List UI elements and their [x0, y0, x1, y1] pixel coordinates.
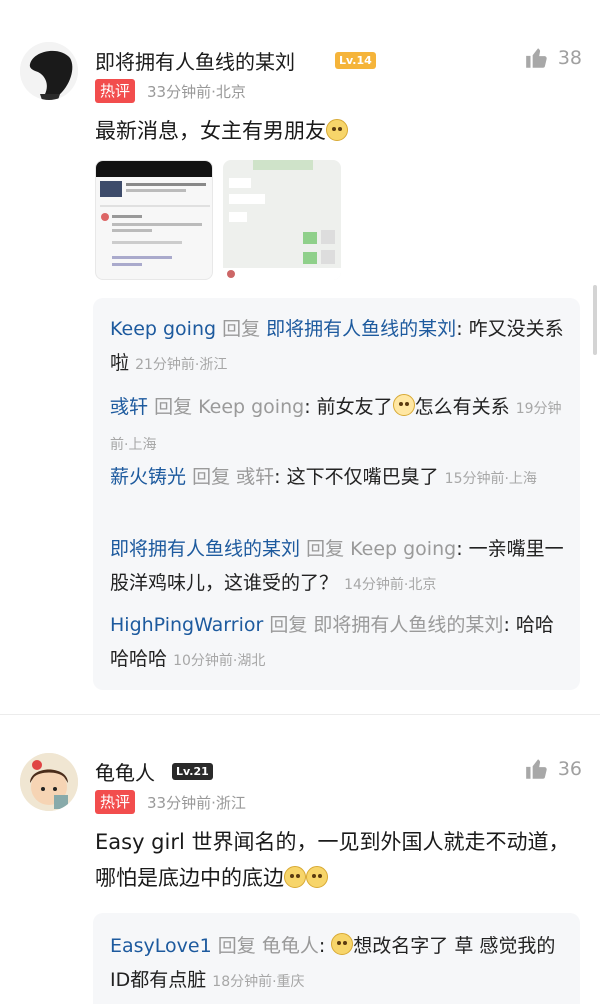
comment-images [95, 160, 341, 280]
reply-target[interactable]: 即将拥有人鱼线的某刘 [266, 318, 456, 340]
reply-username[interactable]: Keep going [110, 318, 216, 340]
comment-username[interactable]: 即将拥有人鱼线的某刘 [95, 46, 295, 75]
emoji-icon [392, 394, 415, 416]
reply-username[interactable]: HighPingWarrior [110, 614, 263, 636]
reply-item[interactable]: Keep going 回复 即将拥有人鱼线的某刘: 咋又没关系啦 21分钟前·浙… [110, 312, 565, 382]
thumbs-up-icon [525, 48, 547, 68]
reply-item[interactable]: 薪火铸光 回复 彧轩: 这下不仅嘴巴臭了 15分钟前·上海 [110, 460, 565, 496]
reply-word: 回复 [269, 614, 308, 636]
reply-text: 这下不仅嘴巴臭了 [286, 466, 439, 488]
reply-time: 10分钟前·湖北 [173, 653, 266, 669]
comment-card: 龟龟人 Lv.21 36 热评 33分钟前·浙江 Easy girl 世界闻名的… [0, 715, 600, 1004]
like-button[interactable]: 38 [524, 45, 582, 71]
reply-username[interactable]: 即将拥有人鱼线的某刘 [110, 538, 300, 560]
comment-meta: 33分钟前·北京 [147, 83, 246, 101]
reply-item[interactable]: 即将拥有人鱼线的某刘 回复 Keep going: 一亲嘴里一股洋鸡味儿，这谁受… [110, 532, 565, 602]
reply-word: 回复 [192, 466, 231, 488]
reply-target[interactable]: Keep going [350, 538, 456, 560]
reply-item[interactable]: 彧轩 回复 Keep going: 前女友了 怎么有关系 19分钟前·上海 [110, 390, 565, 462]
reply-item[interactable]: HighPingWarrior 回复 即将拥有人鱼线的某刘: 哈哈哈哈哈 10分… [110, 608, 565, 678]
comment-text: 最新消息，女主有男朋友 [95, 113, 585, 149]
image-thumbnail[interactable] [223, 160, 341, 280]
reply-username[interactable]: 薪火铸光 [110, 466, 186, 488]
reply-text: 怎么有关系 [414, 396, 510, 418]
image-thumbnail[interactable] [95, 160, 213, 280]
reply-word: 回复 [306, 538, 345, 560]
comment-card: 即将拥有人鱼线的某刘 Lv.14 38 热评 33分钟前·北京 最新消息，女主有… [0, 0, 600, 714]
reply-target[interactable]: 即将拥有人鱼线的某刘 [313, 614, 503, 636]
reply-username[interactable]: EasyLove1 [110, 935, 212, 957]
reply-word: 回复 [222, 318, 261, 340]
emoji-icon [326, 119, 348, 141]
like-count: 36 [557, 758, 582, 780]
comment-meta: 33分钟前·浙江 [147, 794, 246, 812]
avatar[interactable] [20, 42, 78, 100]
scrollbar[interactable] [593, 285, 597, 355]
reply-target[interactable]: 彧轩 [236, 466, 274, 488]
hot-comment-badge: 热评 [95, 790, 136, 814]
like-count: 38 [557, 47, 582, 69]
reply-time: 18分钟前·重庆 [212, 974, 305, 990]
level-badge: Lv.14 [335, 52, 376, 69]
avatar[interactable] [20, 753, 78, 811]
reply-word: 回复 [154, 396, 193, 418]
reply-username[interactable]: 彧轩 [110, 396, 148, 418]
comment-text-content: Easy girl 世界闻名的，一见到外国人就走不动道，哪怕是底边中的底边 [95, 830, 570, 890]
comment-text: Easy girl 世界闻名的，一见到外国人就走不动道，哪怕是底边中的底边 [95, 824, 585, 896]
reply-word: 回复 [217, 935, 256, 957]
reply-target[interactable]: 龟龟人 [262, 935, 319, 957]
like-button[interactable]: 36 [524, 756, 582, 782]
reply-thread: EasyLove1 回复 龟龟人: 想改名字了 草 感觉我的ID都有点脏 18分… [93, 913, 580, 1004]
reply-time: 15分钟前·上海 [444, 471, 537, 487]
emoji-icon [306, 866, 328, 888]
reply-text: 前女友了 [316, 396, 393, 418]
comment-username[interactable]: 龟龟人 [95, 757, 155, 786]
reply-time: 14分钟前·北京 [344, 577, 437, 593]
emoji-icon [331, 933, 354, 955]
level-badge: Lv.21 [172, 763, 213, 780]
emoji-icon [284, 866, 306, 888]
reply-item[interactable]: EasyLove1 回复 龟龟人: 想改名字了 草 感觉我的ID都有点脏 18分… [110, 929, 565, 999]
reply-time: 21分钟前·浙江 [135, 357, 228, 373]
thumbs-up-icon [525, 759, 547, 779]
reply-thread: Keep going 回复 即将拥有人鱼线的某刘: 咋又没关系啦 21分钟前·浙… [93, 298, 580, 690]
reply-target[interactable]: Keep going [198, 396, 304, 418]
comment-text-content: 最新消息，女主有男朋友 [95, 119, 326, 143]
hot-comment-badge: 热评 [95, 79, 136, 103]
